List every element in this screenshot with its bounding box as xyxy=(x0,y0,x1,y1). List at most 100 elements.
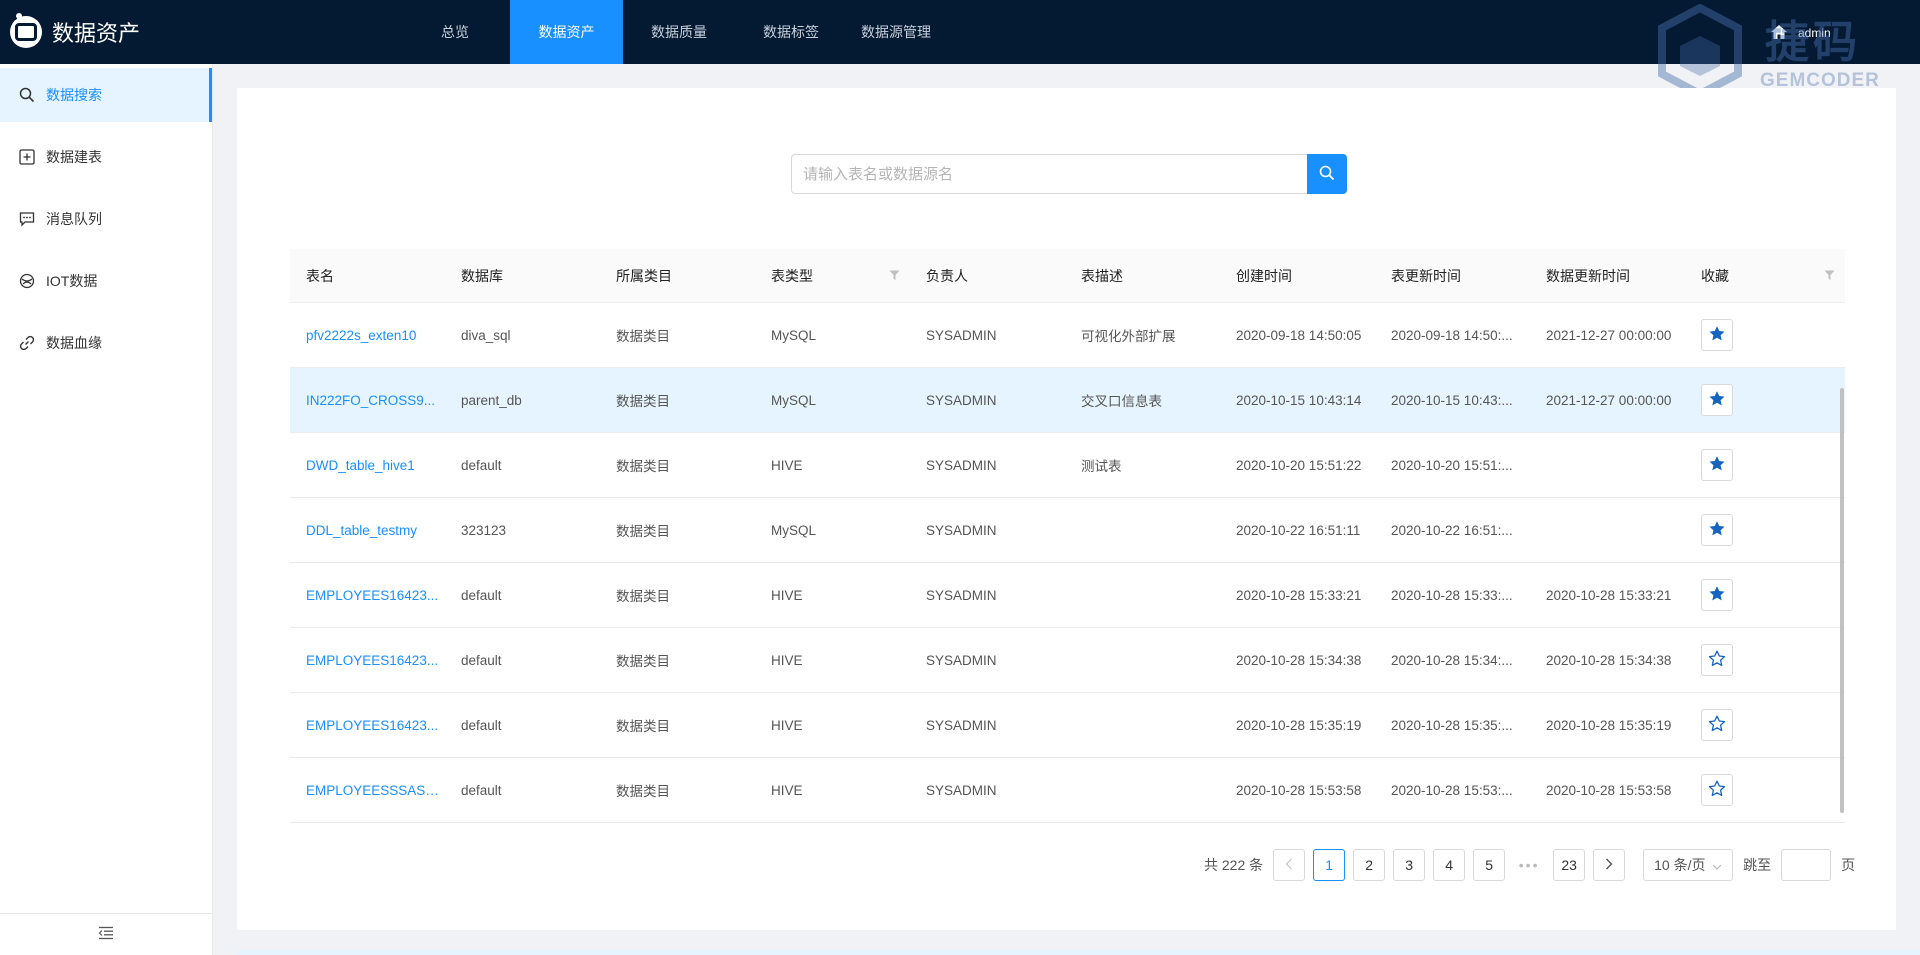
favorite-button[interactable] xyxy=(1701,644,1733,676)
nav-data-tags[interactable]: 数据标签 xyxy=(735,0,847,64)
page-size-select[interactable]: 10 条/页 xyxy=(1643,849,1734,881)
sidebar-collapse-button[interactable] xyxy=(0,913,212,955)
star-filled-icon xyxy=(1708,390,1726,410)
message-icon xyxy=(18,210,36,228)
table-row[interactable]: EMPLOYEES16423... default 数据类目 HIVE SYSADMIN… xyxy=(290,628,1845,693)
col-header-data-updated-time: 数据更新时间 xyxy=(1546,267,1630,284)
prev-page-button[interactable] xyxy=(1273,849,1306,881)
cell-description: 测试表 xyxy=(1081,459,1122,474)
cell-created-time: 2020-10-28 15:33:21 xyxy=(1236,587,1362,603)
page-button-5[interactable]: 5 xyxy=(1473,849,1506,881)
cell-table-name[interactable]: DWD_table_hive1 xyxy=(290,458,445,473)
cell-owner: SYSADMIN xyxy=(926,392,997,408)
cell-table-updated-time: 2020-10-28 15:34:... xyxy=(1391,652,1513,668)
sidebar-item-data-search[interactable]: 数据搜索 xyxy=(0,68,212,122)
username[interactable]: admin xyxy=(1798,26,1831,40)
pagination: 共 222 条 1 2 3 4 5 ••• 23 10 条/页 跳至 页 xyxy=(1204,849,1855,881)
home-icon[interactable] xyxy=(1770,24,1788,43)
cell-table-name[interactable]: EMPLOYEES16423... xyxy=(290,653,445,668)
table-scrollbar[interactable] xyxy=(1840,388,1844,813)
filter-icon[interactable] xyxy=(889,268,900,284)
search-icon xyxy=(1319,165,1335,184)
page-button-2[interactable]: 2 xyxy=(1353,849,1386,881)
cell-table-name[interactable]: DDL_table_testmy xyxy=(290,523,445,538)
col-header-label: 收藏 xyxy=(1701,267,1729,284)
col-header-description: 表描述 xyxy=(1081,267,1123,284)
favorite-button[interactable] xyxy=(1701,449,1733,481)
cell-favorite xyxy=(1685,319,1845,351)
page-button-last[interactable]: 23 xyxy=(1553,849,1586,881)
brand[interactable]: 数据资产 xyxy=(10,0,140,64)
star-outline-icon xyxy=(1708,780,1726,800)
filter-icon[interactable] xyxy=(1824,268,1835,284)
favorite-button[interactable] xyxy=(1701,709,1733,741)
cell-owner: SYSADMIN xyxy=(926,327,997,343)
sidebar-item-message-queue[interactable]: 消息队列 xyxy=(0,192,212,246)
page-button-1[interactable]: 1 xyxy=(1313,849,1346,881)
table-row[interactable]: DWD_table_hive1 default 数据类目 HIVE SYSADMIN 测试… xyxy=(290,433,1845,498)
col-header-created-time: 创建时间 xyxy=(1236,267,1292,284)
nav-data-assets[interactable]: 数据资产 xyxy=(510,0,623,64)
page-button-4[interactable]: 4 xyxy=(1433,849,1466,881)
user-menu[interactable]: admin xyxy=(1770,22,1831,44)
sidebar-item-create-table[interactable]: 数据建表 xyxy=(0,130,212,184)
table-row[interactable]: pfv2222s_exten10 diva_sql 数据类目 MySQL SYSADMI… xyxy=(290,303,1845,368)
cell-table-name[interactable]: EMPLOYEES16423... xyxy=(290,718,445,733)
cell-database: diva_sql xyxy=(461,327,511,343)
table-row[interactable]: EMPLOYEESSSASS... default 数据类目 HIVE SYSADMIN… xyxy=(290,758,1845,823)
page-ellipsis[interactable]: ••• xyxy=(1513,857,1545,873)
sidebar-item-iot-data[interactable]: IOT数据 xyxy=(0,254,212,308)
cell-database: default xyxy=(461,652,502,668)
nav-datasource-management[interactable]: 数据源管理 xyxy=(847,0,945,64)
cell-table-name[interactable]: pfv2222s_exten10 xyxy=(290,328,445,343)
nav-overview[interactable]: 总览 xyxy=(400,0,510,64)
cell-created-time: 2020-10-20 15:51:22 xyxy=(1236,457,1362,473)
cell-table-updated-time: 2020-09-18 14:50:... xyxy=(1391,327,1513,343)
cell-created-time: 2020-09-18 14:50:05 xyxy=(1236,327,1362,343)
page-unit-label: 页 xyxy=(1841,857,1856,873)
table-row[interactable]: EMPLOYEES16423... default 数据类目 HIVE SYSADMIN… xyxy=(290,693,1845,758)
search-input[interactable] xyxy=(791,154,1307,194)
cell-table-updated-time: 2020-10-20 15:51:... xyxy=(1391,457,1513,473)
jump-page-input[interactable] xyxy=(1781,849,1832,881)
page-size-value: 10 条/页 xyxy=(1654,857,1706,873)
cell-favorite xyxy=(1685,774,1845,806)
cell-table-name[interactable]: EMPLOYEES16423... xyxy=(290,588,445,603)
cell-table-name[interactable]: EMPLOYEESSSASS... xyxy=(290,783,445,798)
table-body: pfv2222s_exten10 diva_sql 数据类目 MySQL SYSADMI… xyxy=(290,303,1845,823)
cell-favorite xyxy=(1685,644,1845,676)
page-button-3[interactable]: 3 xyxy=(1393,849,1426,881)
table-row[interactable]: DDL_table_testmy 323123 数据类目 MySQL SYSADMIN 2… xyxy=(290,498,1845,563)
star-filled-icon xyxy=(1708,325,1726,345)
sidebar-item-data-lineage[interactable]: 数据血缘 xyxy=(0,316,212,370)
cell-table-updated-time: 2020-10-28 15:53:... xyxy=(1391,782,1513,798)
cell-owner: SYSADMIN xyxy=(926,457,997,473)
favorite-button[interactable] xyxy=(1701,319,1733,351)
cell-table-type: MySQL xyxy=(771,522,817,538)
favorite-button[interactable] xyxy=(1701,579,1733,611)
nav-data-quality[interactable]: 数据质量 xyxy=(623,0,735,64)
table-row[interactable]: IN222FO_CROSS9... parent_db 数据类目 MySQL SYSAD… xyxy=(290,368,1845,433)
star-filled-icon xyxy=(1708,585,1726,605)
cell-table-type: HIVE xyxy=(771,457,803,473)
cell-favorite xyxy=(1685,514,1845,546)
app-title: 数据资产 xyxy=(52,22,141,47)
cell-owner: SYSADMIN xyxy=(926,587,997,603)
col-header-table-name: 表名 xyxy=(306,267,334,284)
cell-database: default xyxy=(461,782,502,798)
cell-description: 交叉口信息表 xyxy=(1081,394,1162,409)
cell-owner: SYSADMIN xyxy=(926,717,997,733)
table-row[interactable]: EMPLOYEES16423... default 数据类目 HIVE SYSADMIN… xyxy=(290,563,1845,628)
cell-table-name[interactable]: IN222FO_CROSS9... xyxy=(290,393,445,408)
sidebar-item-label: IOT数据 xyxy=(46,273,98,289)
next-page-button[interactable] xyxy=(1593,849,1626,881)
favorite-button[interactable] xyxy=(1701,774,1733,806)
search-button[interactable] xyxy=(1307,154,1347,194)
cell-category: 数据类目 xyxy=(616,524,670,539)
favorite-button[interactable] xyxy=(1701,384,1733,416)
favorite-button[interactable] xyxy=(1701,514,1733,546)
col-header-table-type: 表类型 xyxy=(755,266,910,286)
star-filled-icon xyxy=(1708,455,1726,475)
cell-category: 数据类目 xyxy=(616,589,670,604)
cell-table-type: HIVE xyxy=(771,587,803,603)
